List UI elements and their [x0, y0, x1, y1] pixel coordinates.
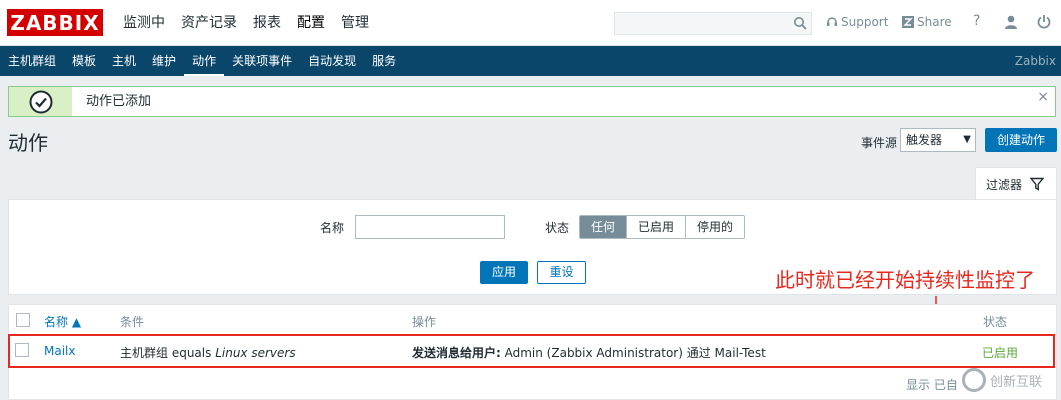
table-footer-count: 显示 已自: [906, 378, 958, 392]
success-message: 动作已添加 ×: [8, 86, 1056, 117]
search-input[interactable]: [614, 12, 812, 35]
menu-monitoring[interactable]: 监测中: [115, 0, 173, 46]
apply-button[interactable]: 应用: [480, 261, 528, 284]
page-title: 动作: [8, 131, 48, 155]
submenu-maintenance[interactable]: 维护: [144, 46, 184, 76]
event-source-label: 事件源: [861, 136, 898, 150]
sub-menu-bar: 主机群组 模板 主机 维护 动作 关联项事件 自动发现 服务 Zabbix: [0, 46, 1061, 76]
status-option-enabled[interactable]: 已启用: [626, 216, 686, 238]
submenu-hosts[interactable]: 主机: [104, 46, 144, 76]
submenu-actions[interactable]: 动作: [184, 46, 225, 76]
submenu-host-groups[interactable]: 主机群组: [0, 46, 64, 76]
event-source-value: 触发器: [906, 133, 943, 147]
column-name[interactable]: 名称 ▲: [44, 313, 81, 330]
share-link[interactable]: Share: [902, 15, 952, 29]
main-menu: 监测中 资产记录 报表 配置 管理: [115, 0, 377, 46]
help-icon[interactable]: ?: [973, 13, 980, 29]
select-all-checkbox[interactable]: [16, 313, 30, 327]
brand-label: Zabbix: [1014, 54, 1056, 68]
close-icon[interactable]: ×: [1037, 89, 1049, 105]
user-profile-icon[interactable]: [1003, 14, 1019, 30]
share-label: Share: [917, 15, 952, 29]
submenu-discovery[interactable]: 自动发现: [300, 46, 364, 76]
power-icon[interactable]: [1036, 14, 1052, 30]
sub-menu: 主机群组 模板 主机 维护 动作 关联项事件 自动发现 服务: [0, 46, 404, 76]
menu-administration[interactable]: 管理: [333, 0, 377, 46]
top-header: ZABBIX 监测中 资产记录 报表 配置 管理 Support Share ?: [0, 0, 1061, 46]
filter-tab-label: 过滤器: [986, 177, 1023, 192]
menu-inventory[interactable]: 资产记录: [173, 0, 245, 46]
menu-configuration[interactable]: 配置: [289, 0, 333, 46]
support-label: Support: [841, 15, 889, 29]
filter-funnel-icon: [1030, 177, 1045, 191]
support-link[interactable]: Support: [826, 15, 888, 29]
success-icon-box: [9, 87, 72, 116]
event-source-select[interactable]: 触发器 ▼: [900, 128, 976, 152]
submenu-event-correlation[interactable]: 关联项事件: [224, 46, 300, 76]
zabbix-logo[interactable]: ZABBIX: [7, 9, 103, 36]
highlight-box: [8, 334, 1055, 368]
watermark-logo-icon: [962, 368, 986, 392]
reset-button[interactable]: 重设: [537, 261, 586, 284]
submenu-templates[interactable]: 模板: [64, 46, 104, 76]
filter-tab[interactable]: 过滤器: [975, 167, 1057, 200]
menu-reports[interactable]: 报表: [245, 0, 289, 46]
chevron-down-icon: ▼: [963, 134, 971, 145]
submenu-services[interactable]: 服务: [364, 46, 404, 76]
share-z-icon: [902, 16, 914, 28]
search-icon[interactable]: [793, 16, 807, 30]
status-option-disabled[interactable]: 停用的: [685, 216, 745, 238]
status-option-any[interactable]: 任何: [580, 216, 627, 238]
success-message-text: 动作已添加: [72, 87, 1055, 116]
headset-icon: [827, 17, 837, 26]
annotation-text: 此时就已经开始持续性监控了: [775, 268, 1035, 292]
column-status[interactable]: 状态: [983, 313, 1007, 330]
watermark-name: 创新互联: [990, 374, 1043, 390]
filter-name-input[interactable]: [355, 215, 505, 239]
filter-status-selector: 任何 已启用 停用的: [579, 215, 746, 239]
filter-name-label: 名称: [320, 221, 345, 235]
create-action-button[interactable]: 创建动作: [985, 128, 1057, 152]
check-circle-icon: [29, 90, 52, 113]
watermark: 创新互联: [962, 364, 1042, 396]
column-operations: 操作: [412, 315, 437, 329]
filter-status-label: 状态: [545, 221, 570, 235]
table-header: 名称 ▲ 条件 操作 状态: [9, 305, 1056, 335]
column-conditions: 条件: [120, 315, 145, 329]
